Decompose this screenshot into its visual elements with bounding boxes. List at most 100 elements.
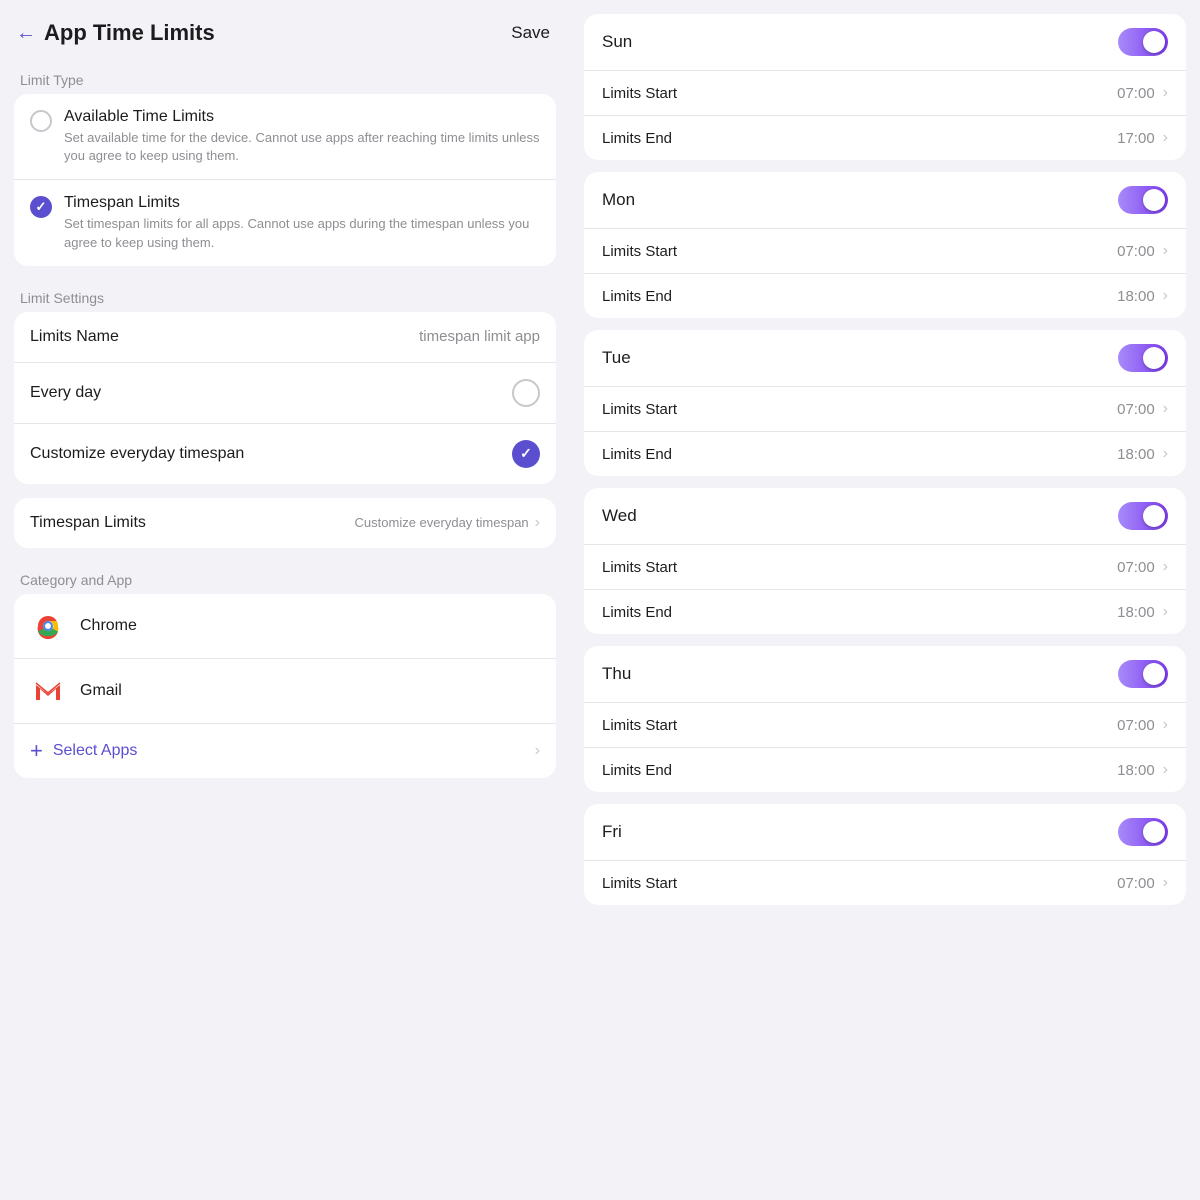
plus-icon: + [30, 738, 43, 764]
fri-day-name: Fri [602, 822, 622, 842]
select-apps-label: Select Apps [53, 742, 138, 760]
sun-day-name: Sun [602, 32, 632, 52]
tue-limits-end-value: 18:00 [1117, 446, 1155, 463]
tue-limits-start-row[interactable]: Limits Start 07:00 › [584, 386, 1186, 431]
available-time-limits-desc: Set available time for the device. Canno… [64, 129, 540, 165]
sun-toggle[interactable] [1118, 28, 1168, 56]
customize-everyday-label: Customize everyday timespan [30, 445, 244, 463]
wed-toggle[interactable] [1118, 502, 1168, 530]
limit-settings-card: Limits Name timespan limit app Every day… [14, 312, 556, 484]
wed-header: Wed [584, 488, 1186, 544]
sun-limits-end-chevron: › [1163, 129, 1168, 147]
mon-limits-end-label: Limits End [602, 288, 672, 305]
mon-limits-start-label: Limits Start [602, 243, 677, 260]
day-card-thu: Thu Limits Start 07:00 › Limits End 18:0… [584, 646, 1186, 792]
available-time-limits-option[interactable]: Available Time Limits Set available time… [14, 94, 556, 179]
every-day-row[interactable]: Every day [14, 362, 556, 423]
timespan-limits-desc: Set timespan limits for all apps. Cannot… [64, 215, 540, 251]
timespan-limits-radio[interactable] [30, 196, 52, 218]
tue-day-name: Tue [602, 348, 631, 368]
limit-settings-section-label: Limit Settings [0, 280, 570, 312]
timespan-row[interactable]: Timespan Limits Customize everyday times… [14, 498, 556, 548]
tue-limits-end-row[interactable]: Limits End 18:00 › [584, 431, 1186, 476]
day-card-mon: Mon Limits Start 07:00 › Limits End 18:0… [584, 172, 1186, 318]
tue-header: Tue [584, 330, 1186, 386]
fri-limits-start-row[interactable]: Limits Start 07:00 › [584, 860, 1186, 905]
wed-limits-start-label: Limits Start [602, 559, 677, 576]
mon-limits-start-value: 07:00 [1117, 243, 1155, 260]
back-button[interactable]: ← [16, 22, 36, 45]
gmail-app-name: Gmail [80, 682, 122, 700]
fri-toggle[interactable] [1118, 818, 1168, 846]
tue-limits-start-chevron: › [1163, 400, 1168, 418]
thu-limits-start-value: 07:00 [1117, 717, 1155, 734]
available-time-limits-title: Available Time Limits [64, 108, 540, 126]
day-card-tue: Tue Limits Start 07:00 › Limits End 18:0… [584, 330, 1186, 476]
wed-limits-end-value: 18:00 [1117, 604, 1155, 621]
page-title: App Time Limits [44, 20, 215, 46]
fri-limits-start-label: Limits Start [602, 875, 677, 892]
wed-day-name: Wed [602, 506, 637, 526]
thu-limits-start-row[interactable]: Limits Start 07:00 › [584, 702, 1186, 747]
limits-name-value: timespan limit app [419, 328, 540, 345]
thu-limits-end-label: Limits End [602, 762, 672, 779]
thu-header: Thu [584, 646, 1186, 702]
left-panel: ← App Time Limits Save Limit Type Availa… [0, 0, 570, 1200]
thu-limits-end-row[interactable]: Limits End 18:00 › [584, 747, 1186, 792]
mon-limits-start-row[interactable]: Limits Start 07:00 › [584, 228, 1186, 273]
limits-name-label: Limits Name [30, 328, 119, 346]
fri-limits-start-value: 07:00 [1117, 875, 1155, 892]
day-card-sun: Sun Limits Start 07:00 › Limits End 17:0… [584, 14, 1186, 160]
every-day-label: Every day [30, 384, 101, 402]
thu-limits-start-label: Limits Start [602, 717, 677, 734]
thu-limits-end-chevron: › [1163, 761, 1168, 779]
day-card-fri: Fri Limits Start 07:00 › [584, 804, 1186, 905]
sun-limits-start-value: 07:00 [1117, 85, 1155, 102]
limit-type-section-label: Limit Type [0, 62, 570, 94]
customize-everyday-check[interactable]: ✓ [512, 440, 540, 468]
mon-toggle[interactable] [1118, 186, 1168, 214]
gmail-app-row[interactable]: Gmail [14, 658, 556, 723]
thu-day-name: Thu [602, 664, 631, 684]
wed-limits-start-row[interactable]: Limits Start 07:00 › [584, 544, 1186, 589]
tue-toggle[interactable] [1118, 344, 1168, 372]
day-card-wed: Wed Limits Start 07:00 › Limits End 18:0… [584, 488, 1186, 634]
timespan-limits-option[interactable]: Timespan Limits Set timespan limits for … [14, 179, 556, 265]
wed-limits-end-label: Limits End [602, 604, 672, 621]
header-left: ← App Time Limits [16, 20, 215, 46]
sun-limits-end-row[interactable]: Limits End 17:00 › [584, 115, 1186, 160]
gmail-icon [30, 673, 66, 709]
chrome-app-name: Chrome [80, 617, 137, 635]
every-day-toggle[interactable] [512, 379, 540, 407]
category-app-card: Chrome Gmail + Select Apps [14, 594, 556, 778]
timespan-chevron-icon: › [535, 514, 540, 532]
tue-limits-start-value: 07:00 [1117, 401, 1155, 418]
wed-limits-start-chevron: › [1163, 558, 1168, 576]
sun-limits-start-chevron: › [1163, 84, 1168, 102]
customize-everyday-row[interactable]: Customize everyday timespan ✓ [14, 423, 556, 484]
tue-limits-end-chevron: › [1163, 445, 1168, 463]
sun-limits-end-label: Limits End [602, 130, 672, 147]
mon-limits-end-value: 18:00 [1117, 288, 1155, 305]
app-header: ← App Time Limits Save [0, 0, 570, 62]
select-apps-row[interactable]: + Select Apps › [14, 723, 556, 778]
mon-limits-end-row[interactable]: Limits End 18:00 › [584, 273, 1186, 318]
available-time-limits-radio[interactable] [30, 110, 52, 132]
wed-limits-end-row[interactable]: Limits End 18:00 › [584, 589, 1186, 634]
limit-type-card: Available Time Limits Set available time… [14, 94, 556, 266]
sun-limits-start-row[interactable]: Limits Start 07:00 › [584, 70, 1186, 115]
select-apps-chevron-icon: › [535, 742, 540, 760]
chrome-app-row[interactable]: Chrome [14, 594, 556, 658]
timespan-limits-title: Timespan Limits [64, 194, 540, 212]
timespan-limits-shortcut-card: Timespan Limits Customize everyday times… [14, 498, 556, 548]
save-button[interactable]: Save [511, 23, 550, 43]
thu-toggle[interactable] [1118, 660, 1168, 688]
timespan-row-right-text: Customize everyday timespan [355, 515, 529, 530]
category-app-section-label: Category and App [0, 562, 570, 594]
tue-limits-end-label: Limits End [602, 446, 672, 463]
limits-name-row[interactable]: Limits Name timespan limit app [14, 312, 556, 362]
chrome-icon [30, 608, 66, 644]
fri-header: Fri [584, 804, 1186, 860]
tue-limits-start-label: Limits Start [602, 401, 677, 418]
timespan-row-label: Timespan Limits [30, 514, 146, 532]
